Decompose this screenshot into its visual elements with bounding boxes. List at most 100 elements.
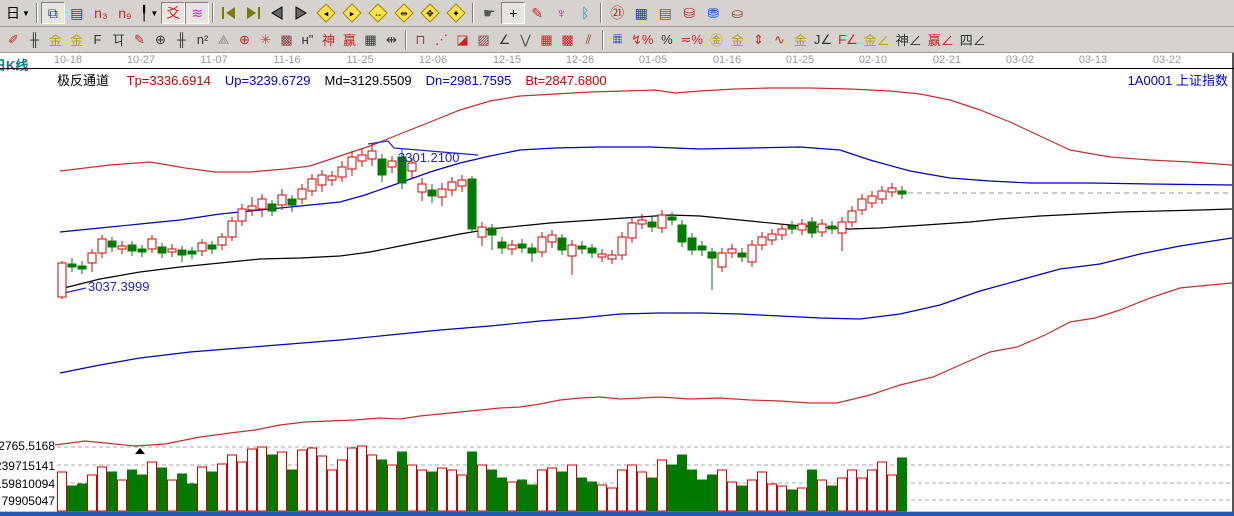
expand-h-diamond[interactable]: ↔ bbox=[365, 2, 391, 24]
brain-tool-button[interactable]: ᛒ bbox=[573, 2, 597, 24]
column-stat-button[interactable]: 𝄜 bbox=[607, 30, 628, 50]
candle-style-button[interactable]: ╿▼ bbox=[137, 2, 161, 24]
remote-pc-icon[interactable]: ⛀ bbox=[725, 2, 749, 24]
first-page-button[interactable] bbox=[217, 2, 241, 24]
candle-body bbox=[588, 248, 596, 253]
grid-123-button[interactable]: ▦ bbox=[360, 30, 381, 50]
red-grid-button[interactable]: ▦ bbox=[536, 30, 557, 50]
width-arrows-button[interactable]: ⇹ bbox=[381, 30, 402, 50]
volume-bar bbox=[538, 470, 547, 511]
frame-tool-button[interactable]: ⊓ bbox=[410, 30, 431, 50]
candle-body bbox=[438, 189, 446, 197]
period-day-button[interactable]: 日▼ bbox=[3, 2, 33, 24]
line-tool-button[interactable]: ✎ bbox=[525, 2, 549, 24]
volume-bar bbox=[238, 462, 247, 511]
shen-ruler-button[interactable]: 神 bbox=[318, 30, 339, 50]
toolbar-separator bbox=[212, 3, 214, 23]
next-page-button[interactable] bbox=[289, 2, 313, 24]
zoom-right-diamond[interactable]: ▸ bbox=[339, 2, 365, 24]
date-tick-label: 11-16 bbox=[273, 54, 300, 66]
gold-line-button[interactable]: 金∠ bbox=[861, 30, 893, 50]
minute9-chart-icon[interactable]: n₉ bbox=[113, 2, 137, 24]
candle-body bbox=[888, 188, 896, 192]
net-send-icon[interactable]: ⛃ bbox=[701, 2, 725, 24]
trend-angle-button[interactable]: ∠ bbox=[494, 30, 515, 50]
gold-circle-button[interactable]: ㊎ bbox=[706, 30, 727, 50]
last-page-button[interactable] bbox=[241, 2, 265, 24]
percent-button[interactable]: % bbox=[656, 30, 677, 50]
gann-tool-button[interactable]: ♆ bbox=[549, 2, 573, 24]
gold-ruler-2-button[interactable]: 金 bbox=[66, 30, 87, 50]
candle-body bbox=[128, 245, 136, 251]
annotate-pen-button[interactable]: ✎ bbox=[129, 30, 150, 50]
chart-canvas[interactable]: 2765.5168239715141159810094799050473301.… bbox=[0, 86, 1234, 516]
expand-all-diamond[interactable]: ✥ bbox=[417, 2, 443, 24]
ying-ruler-button[interactable]: 赢 bbox=[339, 30, 360, 50]
gold-lines-button[interactable]: 金 bbox=[727, 30, 748, 50]
draw-pen-button[interactable]: ✐ bbox=[3, 30, 24, 50]
width-arrows-glyph: ⇹ bbox=[386, 32, 397, 48]
calendar-icon[interactable]: ㉑ bbox=[605, 2, 629, 24]
volume-bar bbox=[338, 460, 347, 511]
k-quote-button[interactable]: ʜ" bbox=[297, 30, 318, 50]
f-ruler-button[interactable]: F bbox=[87, 30, 108, 50]
hook-ruler-button[interactable]: 㔿 bbox=[108, 30, 129, 50]
calculator-icon[interactable]: ▦ bbox=[629, 2, 653, 24]
percent-line-glyph: ↯% bbox=[631, 32, 653, 48]
target-circle-button[interactable]: ⊕ bbox=[234, 30, 255, 50]
compress-h-diamond[interactable]: ⇹ bbox=[391, 2, 417, 24]
low-marker bbox=[64, 288, 86, 293]
j-line-button[interactable]: J∠ bbox=[811, 30, 835, 50]
starburst-box-glyph: ▩ bbox=[280, 32, 292, 48]
percent-line-button[interactable]: ↯% bbox=[628, 30, 656, 50]
date-tick-label: 12-15 bbox=[493, 54, 521, 66]
prev-page-button[interactable] bbox=[265, 2, 289, 24]
pattern-icon[interactable]: 爻 bbox=[161, 2, 185, 24]
minute3-chart-icon[interactable]: n₃ bbox=[89, 2, 113, 24]
cycle-circle-button[interactable]: ⊕ bbox=[150, 30, 171, 50]
red-grid2-button[interactable]: ▩ bbox=[557, 30, 578, 50]
candle-body bbox=[88, 253, 96, 263]
toolbar-separator bbox=[36, 3, 38, 23]
fan-box-button[interactable]: ◪ bbox=[452, 30, 473, 50]
ying-line-button[interactable]: 赢∠ bbox=[925, 30, 957, 50]
volume-bar bbox=[698, 480, 707, 511]
n2-ruler-button[interactable]: n² bbox=[192, 30, 213, 50]
wave-box-button[interactable]: ∿ bbox=[769, 30, 790, 50]
grid-shade-button[interactable]: ▨ bbox=[473, 30, 494, 50]
shen-line-glyph: 神∠ bbox=[896, 30, 922, 49]
starburst-button[interactable]: ✳ bbox=[255, 30, 276, 50]
pattern-icon-glyph: 爻 bbox=[166, 3, 180, 23]
info-list-icon[interactable]: ▤ bbox=[65, 2, 89, 24]
percent-bar-button[interactable]: ≂% bbox=[677, 30, 705, 50]
volume-bar bbox=[498, 478, 507, 511]
notepad-icon[interactable]: ▤ bbox=[653, 2, 677, 24]
parallel-lines-button[interactable]: ⫽ bbox=[578, 30, 599, 50]
starburst-box-button[interactable]: ▩ bbox=[276, 30, 297, 50]
histogram-icon[interactable]: ≋ bbox=[185, 2, 209, 24]
f-line-button[interactable]: F∠ bbox=[835, 30, 861, 50]
candle-body bbox=[358, 155, 366, 161]
v-lines-button[interactable]: ⋁ bbox=[515, 30, 536, 50]
crosshair-tool-button[interactable]: + bbox=[501, 2, 525, 24]
date-tick-label: 11-25 bbox=[346, 54, 373, 66]
fan-lines-button[interactable]: ⋰ bbox=[431, 30, 452, 50]
overlay-chart-icon[interactable]: ⧉ bbox=[41, 2, 65, 24]
drawing-toolbar: ✐╫金金F㔿✎⊕╫n²⟁⊕✳▩ʜ"神赢▦⇹⊓⋰◪▨∠⋁▦▩⫽𝄜↯%%≂%㊎金⇕∿… bbox=[0, 27, 1234, 53]
ruler2-button[interactable]: ╫ bbox=[171, 30, 192, 50]
save-icon[interactable]: ⛁ bbox=[677, 2, 701, 24]
volume-bar bbox=[768, 484, 777, 511]
angle-tool-button[interactable]: ⟁ bbox=[213, 30, 234, 50]
compress-all-diamond[interactable]: ✦ bbox=[443, 2, 469, 24]
zoom-left-diamond[interactable]: ◂ bbox=[313, 2, 339, 24]
grid-123-glyph: ▦ bbox=[364, 32, 376, 48]
ruler-ticks-button[interactable]: ╫ bbox=[24, 30, 45, 50]
date-tick-label: 03-02 bbox=[1006, 54, 1034, 66]
gold-ruler-1-button[interactable]: 金 bbox=[45, 30, 66, 50]
gold2-button[interactable]: 金 bbox=[790, 30, 811, 50]
hook-ruler-glyph: 㔿 bbox=[112, 30, 125, 49]
pen-vertical-button[interactable]: ⇕ bbox=[748, 30, 769, 50]
hand-tool-button[interactable]: ☛ bbox=[477, 2, 501, 24]
si-line-button[interactable]: 四∠ bbox=[957, 30, 989, 50]
shen-line-button[interactable]: 神∠ bbox=[893, 30, 925, 50]
